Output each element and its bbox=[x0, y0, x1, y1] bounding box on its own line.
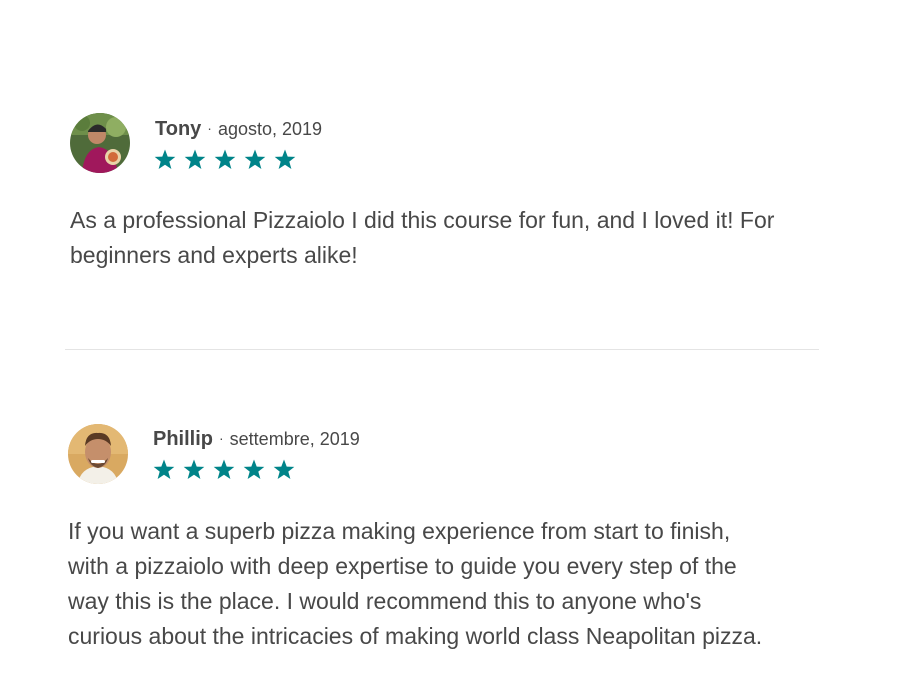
star-icon bbox=[183, 148, 207, 172]
review-text-line: curious about the intricacies of making … bbox=[68, 623, 763, 649]
reviewer-name[interactable]: Phillip bbox=[153, 428, 213, 450]
star-icon bbox=[242, 458, 266, 482]
review-text-line: beginners and experts alike! bbox=[70, 242, 358, 268]
review-text-line: way this is the place. I would recommend… bbox=[68, 588, 702, 614]
review-text: If you want a superb pizza making experi… bbox=[68, 514, 848, 654]
star-icon bbox=[243, 148, 267, 172]
star-icon bbox=[182, 458, 206, 482]
star-rating bbox=[152, 458, 296, 482]
review-text-line: As a professional Pizzaiolo I did this c… bbox=[70, 207, 775, 233]
review-date: agosto, 2019 bbox=[217, 119, 323, 139]
review-meta: Tony · agosto, 2019 bbox=[155, 118, 322, 141]
review-date: settembre, 2019 bbox=[229, 429, 360, 449]
star-icon bbox=[272, 458, 296, 482]
star-icon bbox=[153, 148, 177, 172]
meta-separator: · bbox=[219, 430, 224, 446]
star-icon bbox=[212, 458, 236, 482]
reviewer-avatar[interactable] bbox=[68, 424, 128, 484]
star-icon bbox=[213, 148, 237, 172]
star-rating bbox=[153, 148, 297, 172]
star-icon bbox=[152, 458, 176, 482]
reviewer-avatar[interactable] bbox=[70, 113, 130, 173]
meta-separator: · bbox=[207, 120, 212, 136]
star-icon bbox=[273, 148, 297, 172]
avatar-photo-icon bbox=[70, 113, 130, 173]
avatar-photo-icon bbox=[68, 424, 128, 484]
review-text-line: with a pizzaiolo with deep expertise to … bbox=[68, 553, 737, 579]
review-divider bbox=[65, 349, 819, 350]
reviewer-name[interactable]: Tony bbox=[155, 118, 201, 140]
review-text-line: If you want a superb pizza making experi… bbox=[68, 518, 731, 544]
review-meta: Phillip · settembre, 2019 bbox=[153, 428, 360, 451]
review-text: As a professional Pizzaiolo I did this c… bbox=[70, 203, 850, 273]
